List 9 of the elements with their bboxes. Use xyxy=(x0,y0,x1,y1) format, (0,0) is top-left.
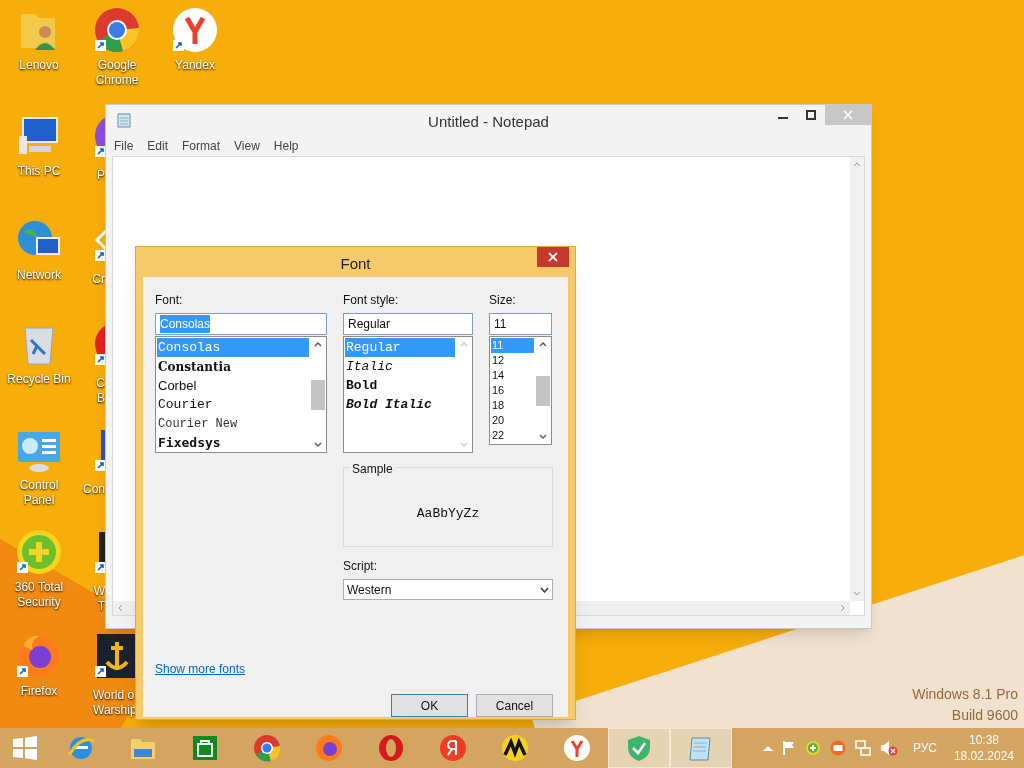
window-title: Untitled - Notepad xyxy=(427,112,550,132)
sample-text: AaBbYyZz xyxy=(416,505,480,524)
field-label: Font: xyxy=(155,292,184,309)
dialog-title: Font xyxy=(339,254,372,274)
field-label: Font style: xyxy=(343,292,400,309)
os-watermark-text: Windows 8.1 Pro xyxy=(912,685,1018,704)
os-watermark-text: Build 9600 xyxy=(951,706,1018,725)
field-label: Script: xyxy=(343,558,378,575)
field-label: Size: xyxy=(489,292,517,309)
